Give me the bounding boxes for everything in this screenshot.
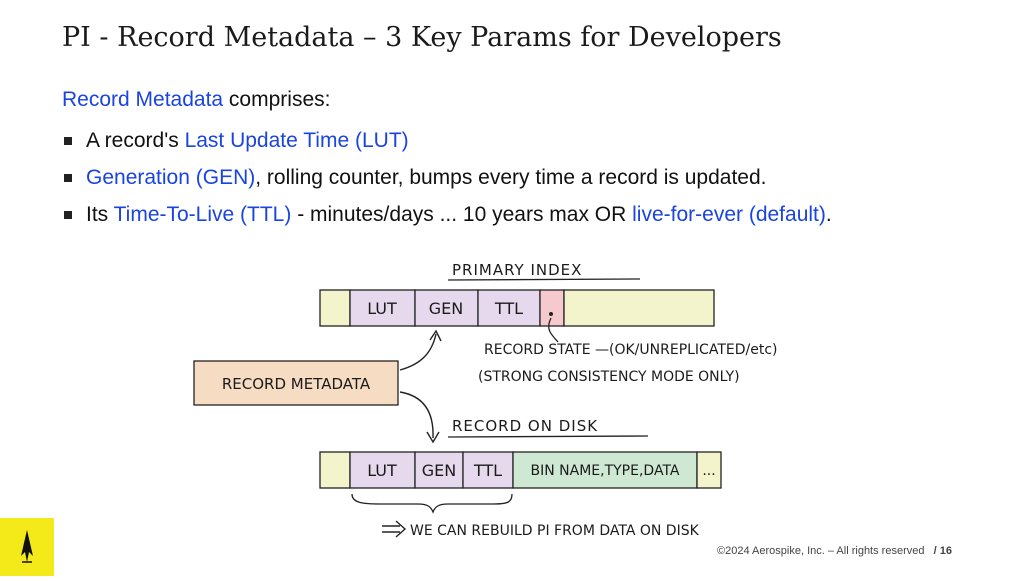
record-on-disk-bar: LUT GEN TTL BIN NAME,TYPE,DATA ... [319, 451, 722, 489]
primary-index-underline [447, 278, 641, 281]
footer: ©2024 Aerospike, Inc. – All rights reser… [717, 545, 952, 557]
metadata-brace [351, 493, 513, 514]
primary-index-label: PRIMARY INDEX [452, 261, 582, 279]
pi-padding-right [563, 289, 715, 327]
record-on-disk-label: RECORD ON DISK [452, 417, 598, 435]
record-metadata-label: RECORD METADATA [222, 375, 371, 393]
primary-index-bar: LUT GEN TTL [319, 289, 715, 327]
more-ellipsis: ... [702, 463, 715, 479]
disk-gen-label: GEN [422, 461, 456, 480]
strong-consistency-label: (STRONG CONSISTENCY MODE ONLY) [478, 369, 740, 385]
pi-padding-left [319, 289, 351, 327]
arrow-to-disk [399, 391, 434, 439]
state-dot [549, 312, 553, 316]
pi-state-cell [539, 289, 565, 327]
pi-ttl-label: TTL [494, 299, 523, 318]
bin-label: BIN NAME,TYPE,DATA [531, 463, 680, 479]
pi-lut-label: LUT [367, 299, 397, 318]
aerospike-logo [0, 518, 54, 576]
metadata-diagram: PRIMARY INDEX LUT GEN TTL RECORD STATE —… [193, 261, 777, 539]
disk-ttl-label: TTL [473, 461, 502, 480]
page-number: / 16 [933, 545, 952, 557]
record-on-disk-underline [447, 435, 649, 438]
copyright-text: ©2024 Aerospike, Inc. – All rights reser… [717, 545, 925, 557]
pi-gen-label: GEN [429, 299, 463, 318]
rebuild-arrow-icon [382, 520, 407, 538]
disk-lut-label: LUT [367, 461, 397, 480]
disk-padding-left [319, 451, 351, 489]
rocket-icon [21, 530, 33, 563]
rebuild-note: WE CAN REBUILD PI FROM DATA ON DISK [410, 523, 700, 539]
record-state-label: RECORD STATE —(OK/UNREPLICATED/etc) [484, 342, 777, 358]
